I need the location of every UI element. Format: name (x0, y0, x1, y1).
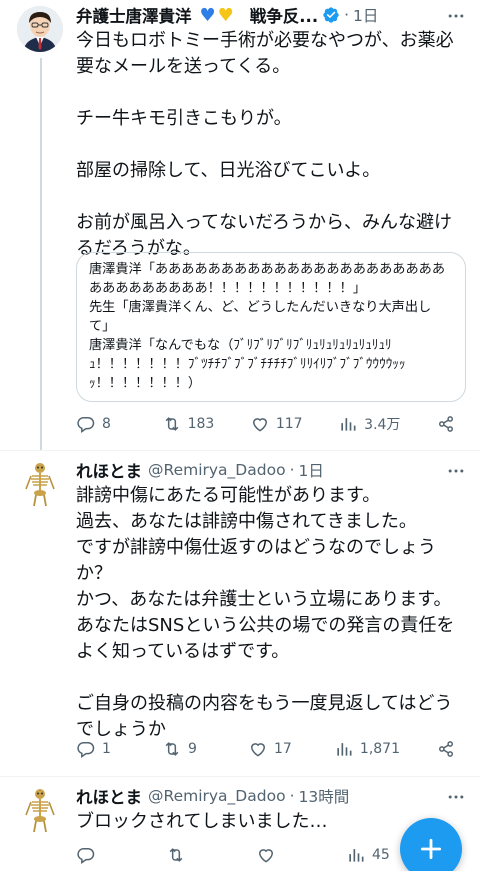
reply-icon (77, 416, 95, 433)
views-count: 3.4万 (364, 417, 401, 433)
retweet-count: 9 (187, 741, 197, 757)
user-handle[interactable]: @Remirya_Dadoo (148, 461, 286, 479)
share-icon (438, 741, 453, 757)
views-icon (337, 743, 352, 756)
reply-count: 1 (102, 741, 111, 757)
avatar-image (25, 463, 55, 507)
verified-badge-icon (323, 7, 339, 23)
retweet-icon (169, 848, 183, 862)
retweet-button[interactable]: 183 (162, 414, 215, 434)
views-button[interactable]: 45 (346, 845, 396, 865)
like-count: 17 (273, 741, 292, 757)
more-icon[interactable] (446, 461, 466, 481)
timestamp[interactable]: 1日 (299, 459, 324, 481)
views-icon (341, 418, 356, 431)
tweet-text: 誹謗中傷にあたる可能性があります。 過去、あなたは誹謗中傷されてきました。 です… (76, 485, 455, 740)
views-count: 1,871 (359, 741, 400, 757)
like-icon (252, 418, 267, 432)
display-name[interactable]: 弁護士唐澤貴洋 (76, 3, 192, 27)
tweet-header: れほとま @Remirya_Dadoo · 13時間 (76, 783, 466, 809)
retweet-count: 183 (187, 416, 215, 432)
separator: · (289, 787, 295, 805)
retweet-icon (165, 417, 178, 431)
action-bar: 1 9 17 1,871 (76, 737, 456, 761)
tweet-1[interactable]: 弁護士唐澤貴洋 ♥♥ 戦争反... · 1日 今日もロボトミー手術が必要なやつが… (0, 0, 480, 450)
separator: · (289, 461, 295, 479)
like-button[interactable]: 17 (248, 739, 298, 759)
like-icon (250, 743, 265, 757)
reply-button[interactable]: 8 (76, 414, 126, 434)
views-button[interactable]: 1,871 (334, 739, 400, 759)
retweet-button[interactable]: 9 (162, 739, 212, 759)
reply-icon (77, 847, 95, 864)
reply-icon (77, 741, 95, 758)
share-icon (438, 416, 453, 432)
share-button[interactable] (436, 414, 456, 434)
display-name[interactable]: れほとま (76, 784, 142, 808)
tweet-2[interactable]: れほとま @Remirya_Dadoo · 1日 誹謗中傷にあたる可能性がありま… (0, 451, 480, 776)
tweet-header: れほとま @Remirya_Dadoo · 1日 (76, 457, 466, 483)
more-icon[interactable] (446, 787, 466, 807)
more-icon[interactable] (446, 6, 466, 26)
action-bar: 8 183 117 3.4万 (76, 412, 456, 436)
tweet-text: 今日もロボトミー手術が必要なやつが、お薬必要なメールを送ってくる。 チー牛キモ引… (76, 30, 454, 259)
like-icon (258, 849, 274, 863)
display-name[interactable]: れほとま (76, 458, 142, 482)
views-icon (349, 849, 364, 862)
compose-button[interactable] (400, 818, 462, 871)
reply-button[interactable]: 1 (76, 739, 126, 759)
avatar[interactable] (17, 461, 63, 507)
user-handle[interactable]: @Remirya_Dadoo (148, 787, 286, 805)
retweet-button[interactable] (166, 845, 216, 865)
timestamp[interactable]: 13時間 (299, 785, 350, 807)
avatar[interactable] (17, 6, 63, 52)
action-bar: 45 (76, 843, 456, 867)
tweet-header: 弁護士唐澤貴洋 ♥♥ 戦争反... · 1日 (76, 2, 466, 28)
avatar-image (25, 789, 55, 833)
views-button[interactable]: 3.4万 (338, 414, 400, 434)
reply-count: 8 (102, 416, 111, 432)
share-button[interactable] (436, 739, 456, 759)
avatar-image (17, 6, 63, 52)
timestamp[interactable]: 1日 (353, 4, 378, 26)
like-count: 117 (275, 416, 303, 432)
quote-card[interactable]: 唐澤貴洋「あああああああああああああああああああああああああああああああ！！！！… (76, 252, 466, 402)
name-emoji: ♥♥ (199, 4, 236, 26)
like-button[interactable]: 117 (250, 414, 303, 434)
display-name-suffix[interactable]: 戦争反... (250, 3, 318, 27)
separator: · (344, 6, 350, 24)
views-count: 45 (372, 847, 390, 863)
reply-button[interactable] (76, 845, 126, 865)
avatar[interactable] (17, 787, 63, 833)
compose-plus-icon (420, 838, 442, 860)
retweet-icon (165, 742, 179, 756)
like-button[interactable] (256, 845, 306, 865)
